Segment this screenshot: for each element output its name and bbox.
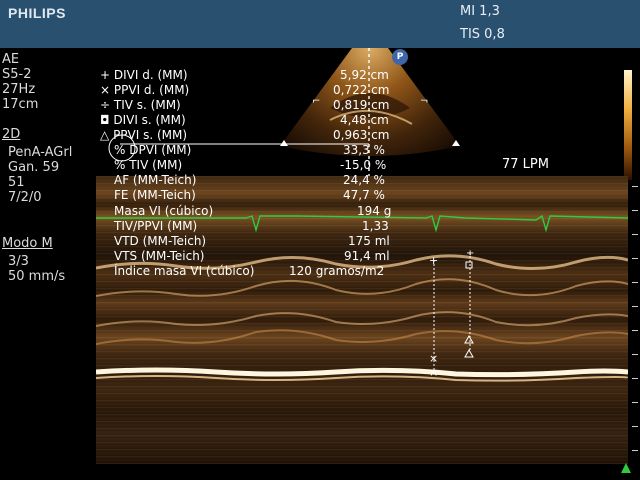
measurement-label-5: % DPVI (MM): [114, 143, 192, 157]
measurement-value-4: 0,963 cm: [333, 128, 390, 142]
measurement-value-12: 91,4 ml: [344, 249, 390, 263]
heart-rate: 77 LPM: [502, 157, 549, 172]
measurement-value-11: 175 ml: [348, 234, 390, 248]
measurement-label-10: TIV/PPVI (MM): [114, 219, 198, 233]
green-triangle-icon: [621, 463, 631, 473]
measurement-label-0: + DIVI d. (MM): [100, 68, 188, 82]
measurement-value-0: 5,92 cm: [340, 68, 389, 82]
svg-text:¬: ¬: [420, 96, 428, 107]
measurement-label-1: × PPVI d. (MM): [100, 83, 190, 97]
measurement-value-10: 1,33: [362, 219, 389, 233]
measurement-value-7: 24,4 %: [343, 173, 385, 187]
section-mmode[interactable]: Modo M: [2, 236, 53, 251]
triangle-marker-icon: [464, 334, 474, 344]
measurement-label-4: △ PPVI s. (MM): [100, 128, 188, 142]
svg-text:⌐: ⌐: [312, 96, 320, 107]
measurement-value-5: 33,3 %: [343, 143, 385, 157]
measurement-label-13: Índice masa VI (cúbico): [114, 264, 255, 278]
measurement-label-3: ◘ DIVI s. (MM): [100, 113, 186, 127]
measurement-value-8: 47,7 %: [343, 188, 385, 202]
depth-scale: [632, 180, 640, 465]
measurement-label-9: Masa VI (cúbico): [114, 204, 214, 218]
measurement-value-2: 0,819 cm: [333, 98, 390, 112]
header-bar: PHILIPS MI 1,3 TIS 0,8: [0, 0, 640, 48]
measurement-label-8: FE (MM-Teich): [114, 188, 196, 202]
measurement-value-13: 120 gramos/m2: [289, 264, 385, 278]
sweep-speed: 50 mm/s: [8, 269, 66, 284]
probe-orientation-badge: P: [392, 49, 408, 65]
divide-marker-icon: ÷: [466, 248, 474, 259]
square-marker-icon: [465, 261, 473, 269]
measurement-label-6: % TIV (MM): [114, 158, 183, 172]
x-marker-icon-lower: ×: [429, 366, 438, 379]
triangle-marker-icon-lower: [464, 348, 474, 358]
measurement-label-11: VTD (MM-Teich): [114, 234, 207, 248]
x-marker-icon: ×: [429, 352, 438, 365]
plus-marker-icon: +: [429, 254, 438, 267]
measurement-value-9: 194 g: [357, 204, 392, 218]
measurement-value-3: 4,48 cm: [340, 113, 389, 127]
measurement-label-12: VTS (MM-Teich): [114, 249, 205, 263]
brand-logo: PHILIPS: [8, 5, 66, 21]
measurement-value-1: 0,722 cm: [333, 83, 390, 97]
grayscale-bar: [624, 70, 632, 180]
thermal-index: TIS 0,8: [460, 27, 505, 42]
measurement-label-7: AF (MM-Teich): [114, 173, 197, 187]
mechanical-index: MI 1,3: [460, 4, 500, 19]
measurement-label-2: ÷ TIV s. (MM): [100, 98, 181, 112]
measurement-value-6: -15,0 %: [340, 158, 387, 172]
mmode-page: 3/3: [8, 254, 29, 269]
